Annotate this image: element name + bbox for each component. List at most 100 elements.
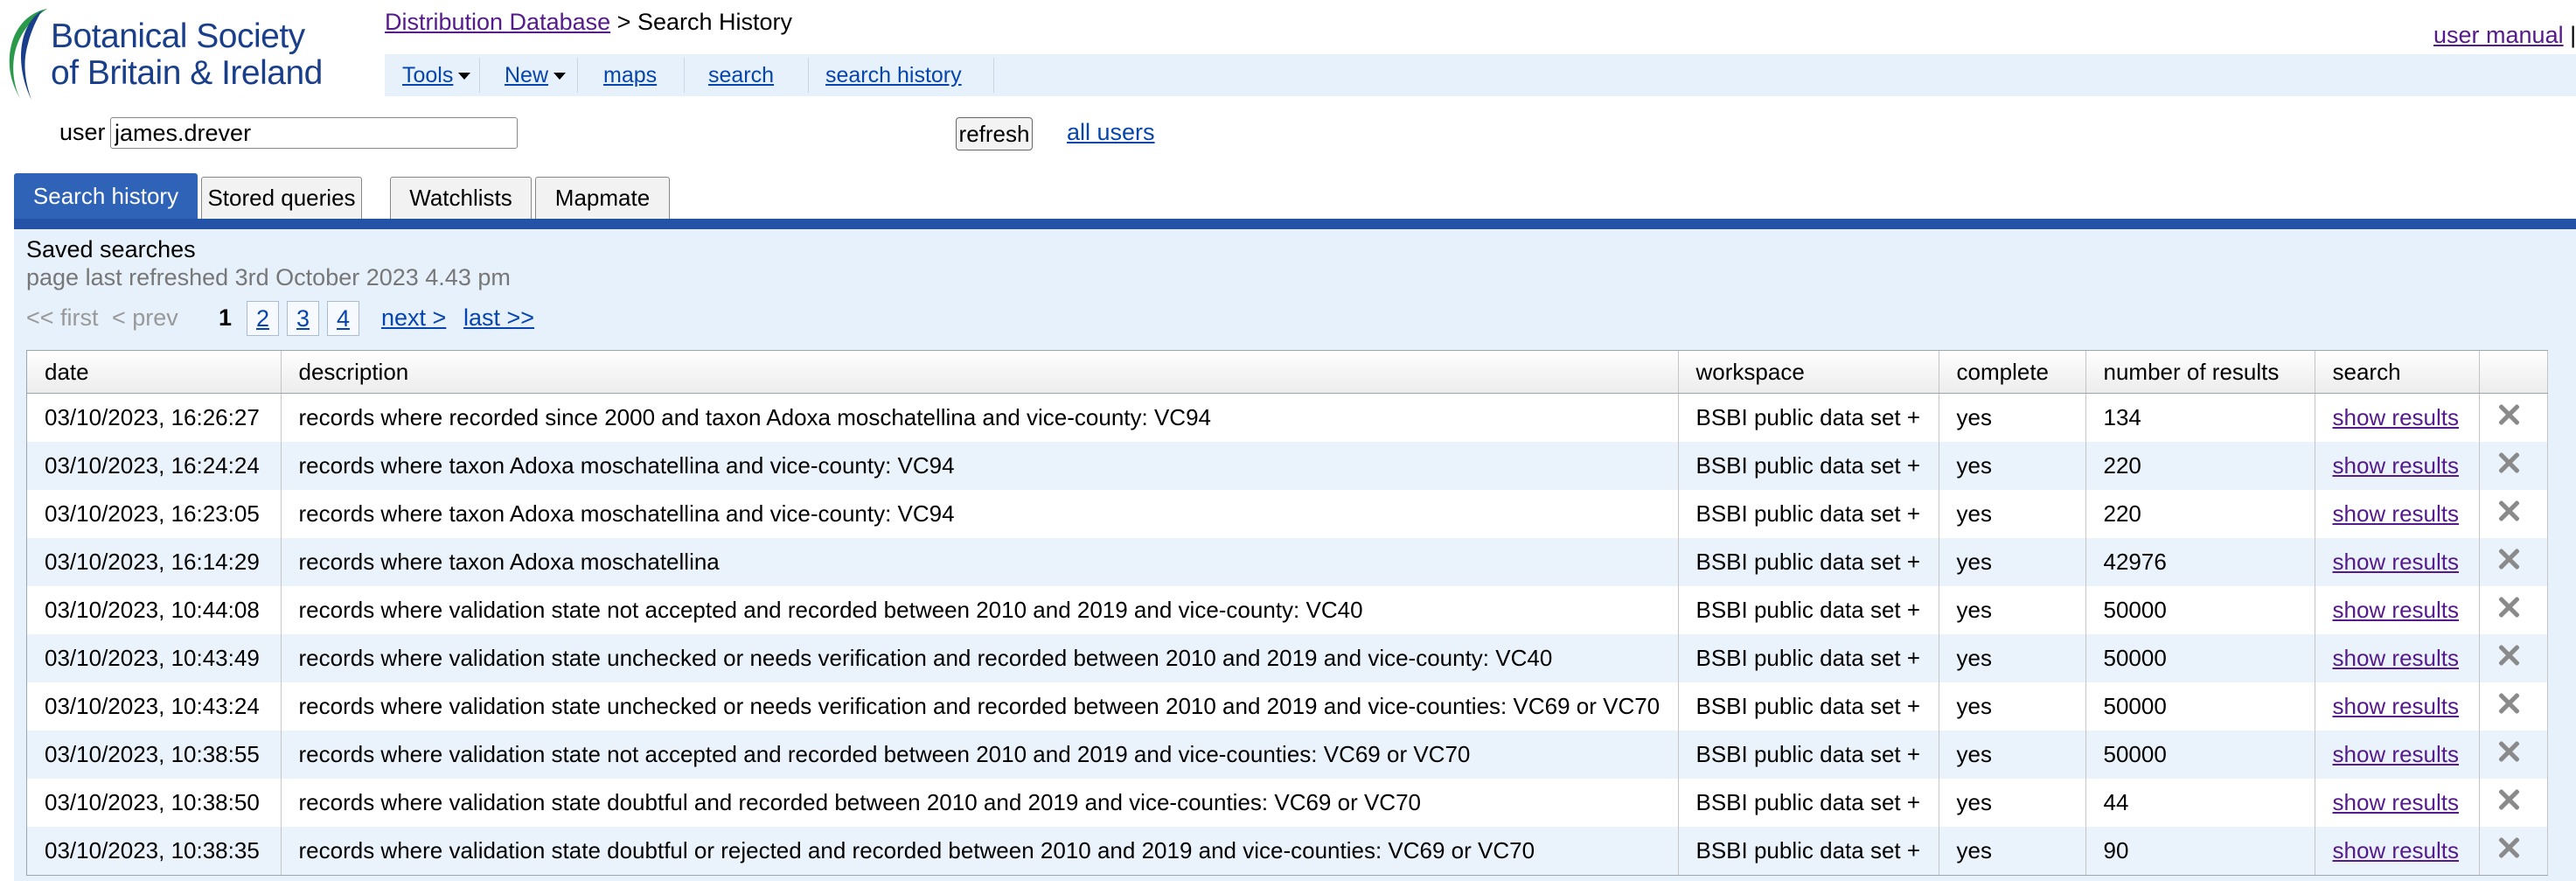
table-row: 03/10/2023, 10:43:24 records where valida… xyxy=(27,682,2548,731)
show-results-link[interactable]: show results xyxy=(2333,452,2460,479)
row-date: 03/10/2023, 10:43:24 xyxy=(27,682,282,731)
tab-watchlists[interactable]: Watchlists xyxy=(390,177,532,219)
nav-new-menu[interactable]: New xyxy=(505,63,567,88)
pager-next[interactable]: next > xyxy=(381,304,446,332)
show-results-link[interactable]: show results xyxy=(2333,597,2460,623)
column-header-workspace[interactable]: workspace xyxy=(1678,351,1939,394)
pager-prev: < prev xyxy=(112,304,178,331)
show-results-link[interactable]: show results xyxy=(2333,645,2460,671)
nav-search-history-link[interactable]: search history xyxy=(825,63,962,87)
table-row: 03/10/2023, 16:24:24 records where taxon … xyxy=(27,442,2548,490)
nav-divider xyxy=(684,58,685,93)
row-date: 03/10/2023, 16:23:05 xyxy=(27,490,282,538)
delete-icon[interactable] xyxy=(2497,788,2520,811)
nav-tools-label[interactable]: Tools xyxy=(402,63,453,87)
show-results-link[interactable]: show results xyxy=(2333,549,2460,575)
delete-icon[interactable] xyxy=(2497,836,2520,859)
row-description: records where recorded since 2000 and ta… xyxy=(281,393,1679,442)
delete-icon[interactable] xyxy=(2497,740,2520,763)
row-delete-cell xyxy=(2479,393,2548,442)
refresh-button[interactable]: refresh xyxy=(956,117,1033,150)
pager-page-4[interactable]: 4 xyxy=(327,301,360,336)
user-label: user xyxy=(59,119,106,145)
row-complete: yes xyxy=(1939,393,2086,442)
nav-search-link[interactable]: search xyxy=(708,63,774,87)
show-results-link[interactable]: show results xyxy=(2333,693,2460,719)
row-workspace: BSBI public data set + xyxy=(1678,586,1939,634)
pager-page-2[interactable]: 2 xyxy=(247,301,280,336)
row-description: records where validation state unchecked… xyxy=(281,634,1679,682)
column-header-description[interactable]: description xyxy=(281,351,1679,394)
show-results-link[interactable]: show results xyxy=(2333,789,2460,815)
row-number-of-results: 220 xyxy=(2085,490,2315,538)
row-complete: yes xyxy=(1939,682,2086,731)
nav-search[interactable]: search xyxy=(708,63,774,88)
bsbi-logo[interactable]: Botanical Society of Britain & Ireland xyxy=(2,5,352,107)
row-search-cell: show results xyxy=(2315,731,2480,779)
row-workspace: BSBI public data set + xyxy=(1678,490,1939,538)
row-complete: yes xyxy=(1939,538,2086,586)
tab-stored-queries[interactable]: Stored queries xyxy=(201,177,362,219)
row-delete-cell xyxy=(2479,731,2548,779)
row-delete-cell xyxy=(2479,586,2548,634)
delete-icon[interactable] xyxy=(2497,596,2520,619)
row-description: records where validation state not accep… xyxy=(281,731,1679,779)
row-number-of-results: 42976 xyxy=(2085,538,2315,586)
row-number-of-results: 134 xyxy=(2085,393,2315,442)
show-results-link[interactable]: show results xyxy=(2333,500,2460,527)
table-row: 03/10/2023, 16:14:29 records where taxon … xyxy=(27,538,2548,586)
tab-mapmate[interactable]: Mapmate xyxy=(535,177,670,219)
pager-page-3[interactable]: 3 xyxy=(287,301,320,336)
nav-search-history[interactable]: search history xyxy=(825,63,962,88)
row-complete: yes xyxy=(1939,731,2086,779)
row-delete-cell xyxy=(2479,827,2548,875)
delete-icon[interactable] xyxy=(2497,403,2520,426)
delete-icon[interactable] xyxy=(2497,548,2520,570)
table-row: 03/10/2023, 10:38:50 records where valida… xyxy=(27,779,2548,827)
nav-new-label[interactable]: New xyxy=(505,63,548,87)
show-results-link[interactable]: show results xyxy=(2333,741,2460,767)
delete-icon[interactable] xyxy=(2497,644,2520,667)
column-header-number-of-results[interactable]: number of results xyxy=(2085,351,2315,394)
delete-icon[interactable] xyxy=(2497,500,2520,522)
row-workspace: BSBI public data set + xyxy=(1678,634,1939,682)
column-header-search[interactable]: search xyxy=(2315,351,2480,394)
row-complete: yes xyxy=(1939,442,2086,490)
breadcrumb: Distribution Database > Search History xyxy=(385,9,792,36)
row-search-cell: show results xyxy=(2315,490,2480,538)
user-input[interactable] xyxy=(110,117,518,149)
row-description: records where taxon Adoxa moschatellina … xyxy=(281,442,1679,490)
pager-last[interactable]: last >> xyxy=(463,304,534,332)
row-workspace: BSBI public data set + xyxy=(1678,538,1939,586)
nav-tools-menu[interactable]: Tools xyxy=(402,63,471,88)
delete-icon[interactable] xyxy=(2497,451,2520,474)
row-description: records where validation state not accep… xyxy=(281,586,1679,634)
column-header-complete[interactable]: complete xyxy=(1939,351,2086,394)
show-results-link[interactable]: show results xyxy=(2333,837,2460,864)
row-complete: yes xyxy=(1939,586,2086,634)
breadcrumb-link-distribution-database[interactable]: Distribution Database xyxy=(385,9,610,35)
breadcrumb-separator: > xyxy=(616,9,631,35)
row-workspace: BSBI public data set + xyxy=(1678,731,1939,779)
row-description: records where taxon Adoxa moschatellina … xyxy=(281,490,1679,538)
user-manual-link[interactable]: user manual xyxy=(2433,22,2564,48)
table-row: 03/10/2023, 10:38:35 records where valida… xyxy=(27,827,2548,875)
row-workspace: BSBI public data set + xyxy=(1678,393,1939,442)
row-complete: yes xyxy=(1939,827,2086,875)
delete-icon[interactable] xyxy=(2497,692,2520,715)
show-results-link[interactable]: show results xyxy=(2333,404,2460,430)
nav-maps-link[interactable]: maps xyxy=(603,63,657,87)
nav-maps[interactable]: maps xyxy=(603,63,657,88)
column-header-date[interactable]: date xyxy=(27,351,282,394)
row-delete-cell xyxy=(2479,682,2548,731)
row-complete: yes xyxy=(1939,779,2086,827)
all-users-link[interactable]: all users xyxy=(1067,119,1155,146)
main-nav: Tools New maps search search history xyxy=(385,54,2576,96)
row-delete-cell xyxy=(2479,779,2548,827)
tab-search-history[interactable]: Search history xyxy=(14,173,198,219)
nav-divider xyxy=(993,58,994,93)
nav-divider xyxy=(808,58,809,93)
nav-divider xyxy=(577,58,578,93)
leaf-logo-icon xyxy=(9,9,47,103)
header-separator: | xyxy=(2570,22,2576,48)
